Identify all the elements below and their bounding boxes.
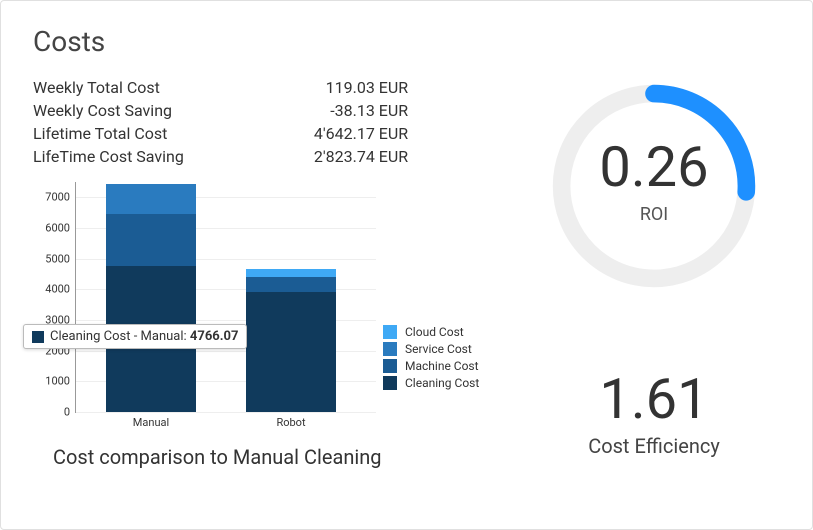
metric-label: Weekly Cost Saving [33,99,314,122]
metric-value: 2'823.74 EUR [314,145,408,168]
chart-caption: Cost comparison to Manual Cleaning [33,445,484,469]
legend-swatch [383,359,397,373]
tooltip-swatch [32,331,44,343]
metric-row: Weekly Cost Saving-38.13 EUR [33,99,408,122]
card-title: Costs [33,25,784,58]
y-tick-label: 5000 [36,252,70,265]
legend-label: Machine Cost [405,359,479,373]
metric-label: Lifetime Total Cost [33,122,314,145]
x-tick-label: Robot [246,416,336,429]
cost-efficiency-label: Cost Efficiency [588,434,720,458]
chart-legend: Cloud Cost Service Cost Machine Cost Cleani… [383,322,479,393]
metric-label: Weekly Total Cost [33,76,314,99]
metric-row: LifeTime Cost Saving2'823.74 EUR [33,145,408,168]
legend-swatch [383,342,397,356]
tooltip-series: Cleaning Cost [50,329,130,344]
chart-tooltip: Cleaning Cost - Manual: 4766.07 [23,324,247,349]
y-tick-label: 0 [36,406,70,419]
metric-value: 119.03 EUR [314,76,408,99]
segment-service-cost[interactable] [106,184,196,213]
segment-cleaning-cost[interactable] [246,292,336,412]
metric-value: -38.13 EUR [314,99,408,122]
segment-machine-cost[interactable] [106,214,196,266]
legend-item: Service Cost [383,342,479,356]
tooltip-value: 4766.07 [190,329,239,344]
cost-efficiency-kpi: 1.61 Cost Efficiency [588,366,720,458]
cost-comparison-chart[interactable]: 01000200030004000500060007000ManualRobot… [33,182,484,469]
y-tick-label: 6000 [36,222,70,235]
metrics-table: Weekly Total Cost119.03 EURWeekly Cost S… [33,76,408,168]
legend-label: Service Cost [405,342,472,356]
costs-card: Costs Weekly Total Cost119.03 EURWeekly … [0,0,813,530]
legend-swatch [383,376,397,390]
metric-row: Lifetime Total Cost4'642.17 EUR [33,122,408,145]
legend-item: Cloud Cost [383,325,479,339]
metric-value: 4'642.17 EUR [314,122,408,145]
legend-item: Machine Cost [383,359,479,373]
right-column: 0.26 ROI 1.61 Cost Efficiency [524,76,784,469]
roi-gauge: 0.26 ROI [544,76,764,296]
metric-label: LifeTime Cost Saving [33,145,314,168]
cost-efficiency-value: 1.61 [588,366,720,432]
y-tick-label: 4000 [36,283,70,296]
bar-robot[interactable] [246,269,336,412]
chart-plot-area[interactable]: 01000200030004000500060007000ManualRobot [75,182,376,413]
x-tick-label: Manual [106,416,196,429]
roi-value: 0.26 [544,134,764,200]
y-tick-label: 1000 [36,375,70,388]
y-tick-label: 7000 [36,191,70,204]
legend-label: Cloud Cost [405,325,464,339]
left-column: Weekly Total Cost119.03 EURWeekly Cost S… [33,76,484,469]
tooltip-category: Manual [141,329,184,344]
legend-label: Cleaning Cost [405,376,479,390]
segment-machine-cost[interactable] [246,277,336,292]
roi-label: ROI [544,204,764,225]
legend-item: Cleaning Cost [383,376,479,390]
legend-swatch [383,325,397,339]
bar-manual[interactable] [106,184,196,412]
segment-cloud-cost[interactable] [246,269,336,277]
metric-row: Weekly Total Cost119.03 EUR [33,76,408,99]
